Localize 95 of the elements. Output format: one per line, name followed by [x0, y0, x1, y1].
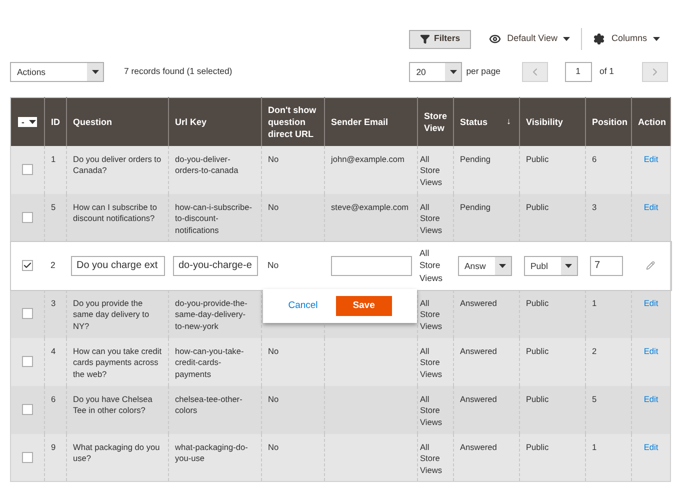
sort-arrow: ↓ — [506, 115, 511, 127]
question-text: How can you take credit cards payments across the web? — [73, 346, 162, 378]
row-checkbox[interactable] — [22, 260, 34, 271]
store-view-text: All Store Views — [420, 442, 442, 474]
visibility-text: Public — [526, 202, 549, 212]
dont-show-value: No — [268, 346, 279, 356]
question-field[interactable]: Do you charge ext — [70, 256, 164, 276]
id-text: 3 — [51, 298, 56, 308]
page-field[interactable]: 1 — [564, 62, 592, 82]
dont-show-value: No — [268, 260, 279, 270]
status-select[interactable]: Answ — [458, 256, 512, 276]
caret-icon — [653, 37, 660, 41]
position-text: 2 — [592, 346, 597, 356]
question-text: Do you have Chelsea Tee in other colors? — [73, 394, 152, 415]
id-text: 6 — [51, 394, 56, 404]
row-checkbox[interactable] — [22, 164, 33, 175]
position-text: 1 — [592, 298, 597, 308]
url-key-text: how-can-i-subscribe-to-discount-notifications — [175, 202, 252, 234]
question-text: Do you deliver orders to Canada? — [73, 154, 162, 175]
position-text: 1 — [592, 442, 597, 452]
dont-show-value: No — [268, 154, 279, 164]
mass-select-symbol: - — [20, 118, 26, 126]
status-text: Answered — [460, 394, 497, 404]
gear-icon — [593, 33, 606, 45]
caret-icon — [92, 70, 98, 74]
view-dropdown[interactable]: Default View — [489, 32, 570, 46]
per-page-label: per page — [466, 65, 500, 78]
question-text: How can I subscribe to discount notifications? — [73, 202, 157, 223]
url-key-text: what-packaging-do-you-use — [175, 442, 248, 463]
filter-icon — [420, 34, 430, 44]
status-text: Answered — [460, 346, 497, 356]
pencil-icon — [646, 261, 656, 270]
position-field[interactable]: 7 — [590, 256, 622, 276]
store-view-text: All Store Views — [420, 202, 442, 234]
url-key-text: how-can-you-take-credit-cards-payments — [175, 346, 244, 378]
position-text: 3 — [592, 202, 597, 212]
caret-icon — [29, 120, 36, 124]
url-key-text: do-you-provide-the-same-day-delivery-to-new-york — [175, 298, 248, 330]
status-text: Answered — [460, 298, 497, 308]
row-checkbox[interactable] — [22, 212, 33, 223]
url-key-text: chelsea-tee-other-colors — [175, 394, 242, 415]
status-text: Pending — [460, 154, 490, 164]
position-text: 6 — [592, 154, 597, 164]
visibility-text: Public — [526, 394, 549, 404]
caret-icon — [450, 70, 457, 74]
caret-icon — [563, 37, 570, 41]
per-page-select[interactable]: 20 — [409, 62, 462, 82]
position-text: 5 — [592, 394, 597, 404]
visibility-text: Public — [526, 442, 549, 452]
edit-link[interactable]: Edit — [644, 442, 658, 452]
actions-select[interactable]: Actions — [10, 62, 104, 82]
edit-link[interactable]: Edit — [644, 346, 658, 356]
visibility-text: Public — [526, 298, 549, 308]
store-view-text: All Store Views — [420, 154, 442, 186]
dont-show-value: No — [268, 202, 279, 212]
id-text: 5 — [51, 202, 56, 212]
question-text: Do you provide the same day delivery to NY? — [73, 298, 150, 330]
id-text: 1 — [51, 154, 56, 164]
caret-icon — [565, 264, 572, 268]
records-count: 7 records found (1 selected) — [124, 65, 232, 78]
sender-email-field[interactable] — [330, 256, 412, 276]
sender-email-text: steve@example.com — [331, 202, 409, 212]
store-view-text: All Store Views — [420, 248, 443, 283]
sender-email-text: john@example.com — [331, 154, 404, 164]
caret-icon — [499, 264, 506, 268]
filters-button[interactable]: Filters — [409, 30, 472, 48]
mass-select-control[interactable]: - — [18, 116, 37, 127]
id-text: 2 — [50, 260, 56, 270]
status-text: Answered — [460, 442, 497, 452]
page-total: of 1 — [600, 65, 614, 78]
previous-page-button[interactable] — [522, 62, 548, 82]
visibility-select[interactable]: Publ — [524, 256, 578, 276]
dont-show-value: No — [268, 394, 279, 404]
id-text: 9 — [51, 442, 56, 452]
row-checkbox[interactable] — [22, 404, 33, 415]
url-key-field[interactable]: do-you-charge-e — [172, 256, 258, 276]
status-text: Pending — [460, 202, 490, 212]
cancel-link[interactable]: Cancel — [288, 298, 318, 314]
row-checkbox[interactable] — [22, 308, 33, 319]
id-text: 4 — [51, 346, 56, 356]
row-checkbox[interactable] — [22, 452, 33, 463]
dont-show-value: No — [268, 442, 279, 452]
store-view-text: All Store Views — [420, 394, 442, 426]
store-view-text: All Store Views — [420, 298, 442, 330]
edit-link[interactable]: Edit — [644, 154, 658, 164]
store-view-text: All Store Views — [420, 346, 442, 378]
url-key-text: do-you-deliver-orders-to-canada — [175, 154, 238, 175]
eye-icon — [489, 33, 502, 45]
visibility-text: Public — [526, 346, 549, 356]
next-page-button[interactable] — [642, 62, 668, 82]
visibility-text: Public — [526, 154, 549, 164]
row-checkbox[interactable] — [22, 356, 33, 367]
save-button[interactable]: Save — [336, 296, 392, 316]
question-text: What packaging do you use? — [73, 442, 160, 463]
columns-dropdown[interactable]: Columns — [593, 32, 660, 46]
